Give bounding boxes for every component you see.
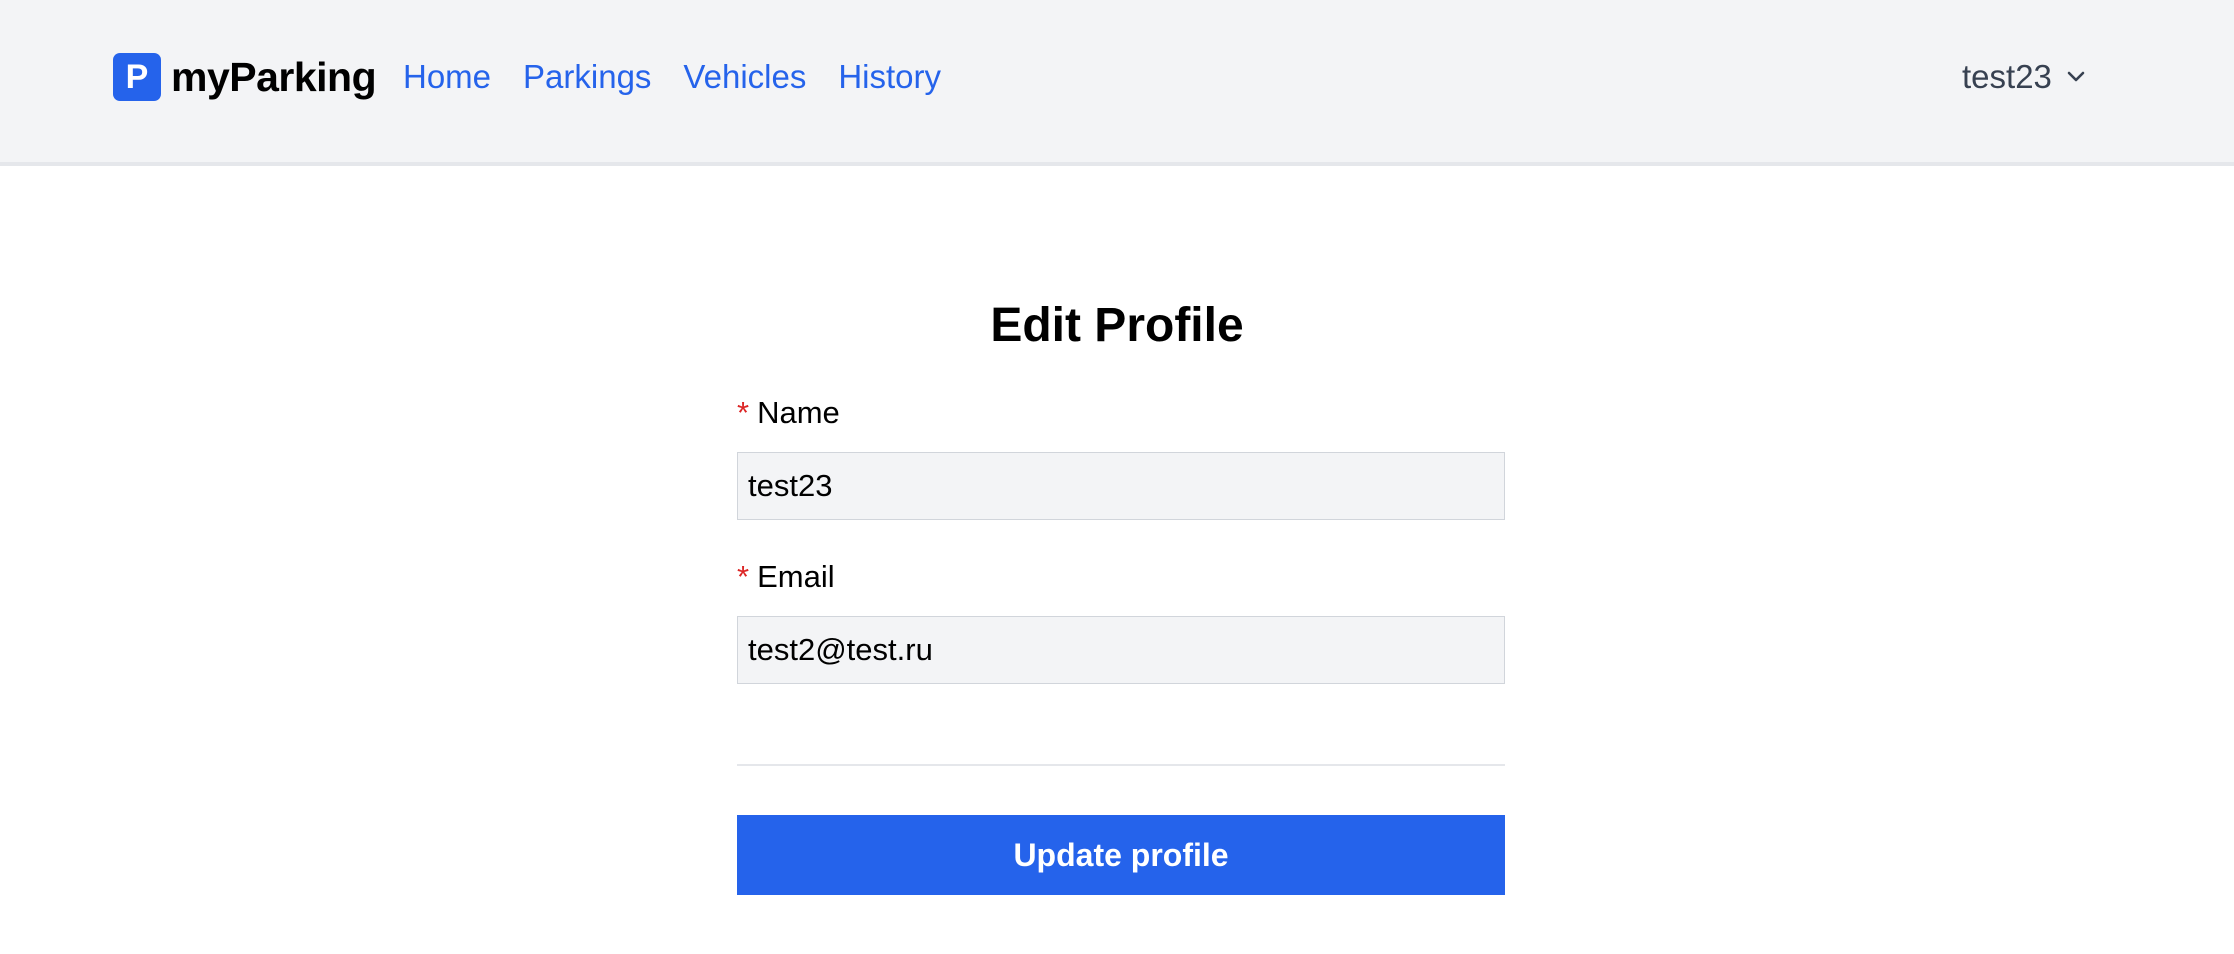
- form-divider: [737, 764, 1505, 766]
- brand-logo[interactable]: P myParking: [113, 53, 377, 101]
- name-label-text: Name: [757, 395, 840, 430]
- nav-link-home[interactable]: Home: [403, 54, 491, 100]
- email-label: * Email: [737, 557, 835, 597]
- name-label: * Name: [737, 393, 840, 433]
- nav-link-history[interactable]: History: [838, 54, 941, 100]
- required-marker: *: [737, 395, 750, 430]
- user-name: test23: [1962, 58, 2052, 95]
- email-label-text: Email: [757, 559, 835, 594]
- required-marker: *: [737, 559, 750, 594]
- user-menu-toggle[interactable]: test23: [1962, 54, 2086, 100]
- main-nav: Home Parkings Vehicles History: [403, 54, 973, 100]
- email-input[interactable]: [737, 616, 1505, 684]
- name-input[interactable]: [737, 452, 1505, 520]
- nav-link-parkings[interactable]: Parkings: [523, 54, 651, 100]
- nav-link-vehicles[interactable]: Vehicles: [683, 54, 806, 100]
- app-name: myParking: [171, 53, 377, 100]
- parking-logo-icon: P: [113, 53, 161, 101]
- update-profile-button[interactable]: Update profile: [737, 815, 1505, 895]
- chevron-down-icon: [2067, 71, 2085, 82]
- page-title: Edit Profile: [990, 299, 1244, 352]
- top-navbar: P myParking Home Parkings Vehicles Histo…: [0, 0, 2234, 166]
